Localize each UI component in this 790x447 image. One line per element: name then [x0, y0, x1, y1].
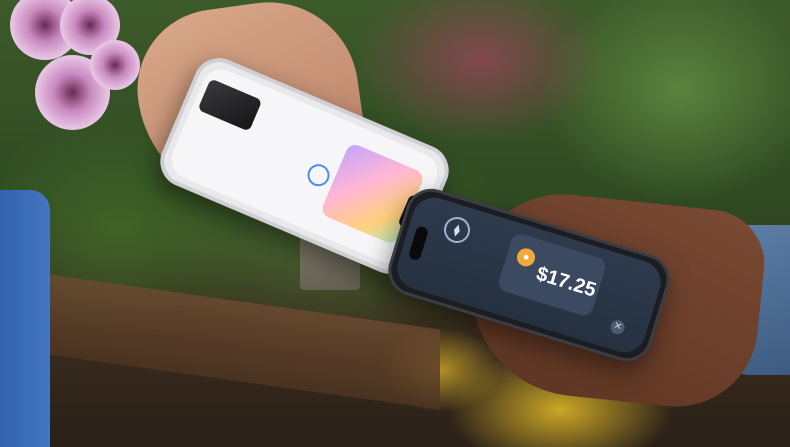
photo-scene: ⧫ ● $17.25 ✕ — [0, 0, 790, 447]
nfc-icon: ⧫ — [440, 213, 474, 247]
close-icon[interactable]: ✕ — [608, 318, 627, 336]
amount-card: ● $17.25 — [496, 231, 608, 318]
ready-icon — [304, 160, 333, 190]
coin-icon: ● — [514, 246, 538, 269]
left-sleeve — [0, 190, 50, 447]
secondary-card — [197, 78, 263, 132]
dynamic-island — [407, 225, 430, 262]
payment-amount: $17.25 — [533, 262, 599, 302]
pink-flower — [90, 40, 140, 90]
wooden-shelf — [20, 270, 440, 410]
